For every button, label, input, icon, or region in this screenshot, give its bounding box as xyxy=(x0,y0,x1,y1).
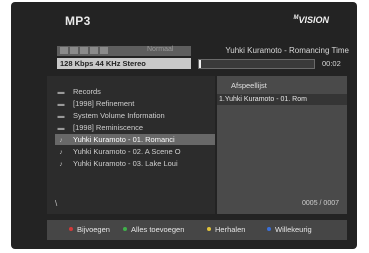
item-label: [1998] Reminiscence xyxy=(73,123,144,132)
folder-icon: ▬ xyxy=(57,125,65,132)
green-dot-icon xyxy=(123,227,127,231)
folder-icon: ▬ xyxy=(57,101,65,108)
track-counter: 0005 / 0007 xyxy=(302,200,339,207)
page-title: MP3 xyxy=(65,14,91,28)
file-item[interactable]: ♪ Yuhki Kuramoto - 03. Lake Loui xyxy=(55,158,215,169)
red-dot-icon xyxy=(69,227,73,231)
item-label: Yuhki Kuramoto - 03. Lake Loui xyxy=(73,159,178,168)
music-file-icon: ♪ xyxy=(59,149,63,156)
blue-dot-icon xyxy=(267,227,271,231)
item-label: [1998] Refinement xyxy=(73,99,135,108)
music-file-icon: ♪ xyxy=(59,137,63,144)
playlist-title: Afspeellijst xyxy=(231,81,267,90)
folder-item[interactable]: ▬ System Volume Information xyxy=(55,110,215,121)
stream-info-bar: 128 Kbps 44 KHz Stereo xyxy=(57,58,191,69)
play-icon[interactable] xyxy=(70,47,78,54)
brand-logo: MVISION xyxy=(293,15,329,25)
legend-herhalen[interactable]: Herhalen xyxy=(207,225,245,234)
stop-icon[interactable] xyxy=(60,47,68,54)
folder-item[interactable]: ▬ [1998] Reminiscence xyxy=(55,122,215,133)
stream-info: 128 Kbps 44 KHz Stereo xyxy=(60,59,146,68)
pause-icon[interactable] xyxy=(80,47,88,54)
progress-bar[interactable] xyxy=(198,59,315,69)
item-label: Yuhki Kuramoto - 01. Romanci xyxy=(73,135,175,144)
folder-icon: ▬ xyxy=(57,89,65,96)
folder-item[interactable]: ▬ Records xyxy=(55,86,215,97)
yellow-dot-icon xyxy=(207,227,211,231)
progress-fill xyxy=(199,60,202,68)
previous-icon[interactable] xyxy=(90,47,98,54)
file-item[interactable]: ♪ Yuhki Kuramoto - 01. Romanci xyxy=(55,134,215,145)
mp3-player-screen: MP3 MVISION Normaal 128 Kbps 44 KHz Ster… xyxy=(11,2,357,249)
legend-willekeurig[interactable]: Willekeurig xyxy=(267,225,312,234)
play-mode: Normaal xyxy=(147,46,174,53)
playlist-item[interactable]: 1.Yuhki Kuramoto - 01. Rom xyxy=(217,94,347,105)
playback-controls: Normaal xyxy=(57,46,191,56)
folder-icon: ▬ xyxy=(57,113,65,120)
item-label: System Volume Information xyxy=(73,111,165,120)
file-browser: ▬ Records ▬ [1998] Refinement ▬ System Volume… xyxy=(47,76,215,214)
item-label: Yuhki Kuramoto - 02. A Scene O xyxy=(73,147,181,156)
playlist-panel: Afspeellijst 1.Yuhki Kuramoto - 01. Rom … xyxy=(217,76,347,214)
legend-alles-toevoegen[interactable]: Alles toevoegen xyxy=(123,225,184,234)
legend-bijvoegen[interactable]: Bijvoegen xyxy=(69,225,110,234)
file-item[interactable]: ♪ Yuhki Kuramoto - 02. A Scene O xyxy=(55,146,215,157)
folder-item[interactable]: ▬ [1998] Refinement xyxy=(55,98,215,109)
elapsed-time: 00:02 xyxy=(322,59,341,68)
item-label: Records xyxy=(73,87,101,96)
footer-legend: Bijvoegen Alles toevoegen Herhalen Wille… xyxy=(47,220,347,240)
current-path: \ xyxy=(55,199,58,208)
now-playing-title: Yuhki Kuramoto - Romancing Time xyxy=(225,46,349,55)
next-icon[interactable] xyxy=(100,47,108,54)
music-file-icon: ♪ xyxy=(59,161,63,168)
